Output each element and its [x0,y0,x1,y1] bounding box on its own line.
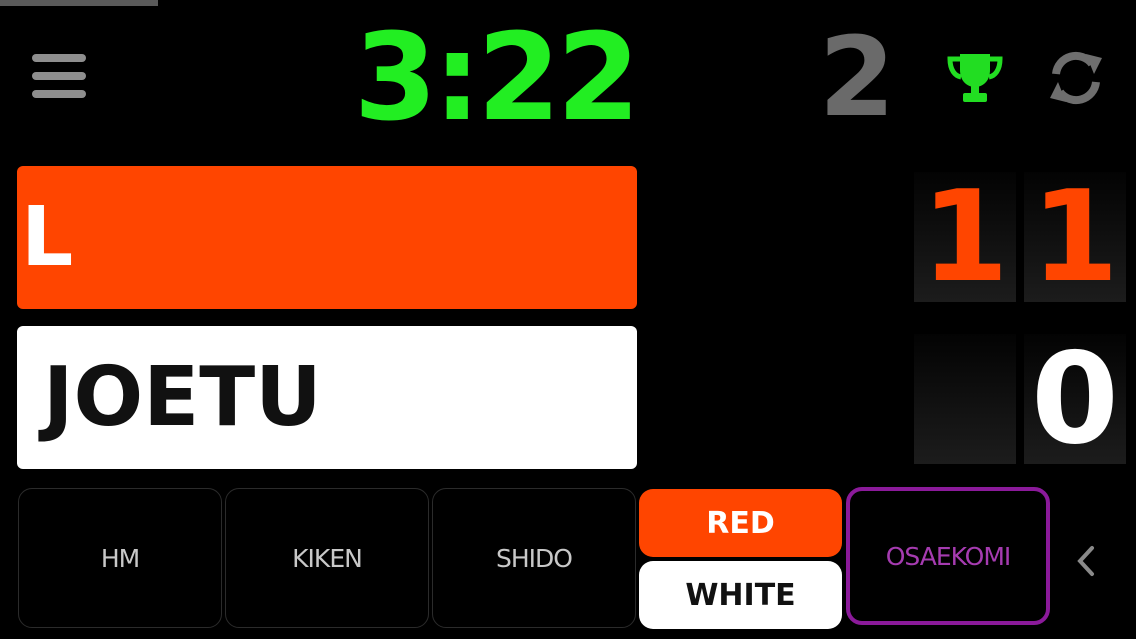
white-score-digit[interactable]: 0 [1024,334,1126,464]
hm-button[interactable]: HM [18,488,222,628]
trophy-icon[interactable] [944,50,1006,106]
menu-icon[interactable] [32,52,88,102]
match-clock[interactable]: 3:22 [350,4,640,154]
white-competitor-name[interactable]: JOETU [17,326,637,469]
osaekomi-button[interactable]: OSAEKOMI [846,487,1050,625]
kiken-button[interactable]: KIKEN [225,488,429,628]
shido-button[interactable]: SHIDO [432,488,636,628]
top-progress-indicator [0,0,158,6]
white-score-digit[interactable] [914,334,1016,464]
chevron-left-icon[interactable] [1066,536,1106,586]
white-select-button[interactable]: WHITE [639,561,842,629]
red-score-digit[interactable]: 1 [914,172,1016,302]
red-score-digit[interactable]: 1 [1024,172,1126,302]
red-select-button[interactable]: RED [639,489,842,557]
round-counter: 2 [818,13,896,141]
red-competitor-name[interactable]: L [17,166,637,309]
refresh-icon[interactable] [1046,48,1106,108]
